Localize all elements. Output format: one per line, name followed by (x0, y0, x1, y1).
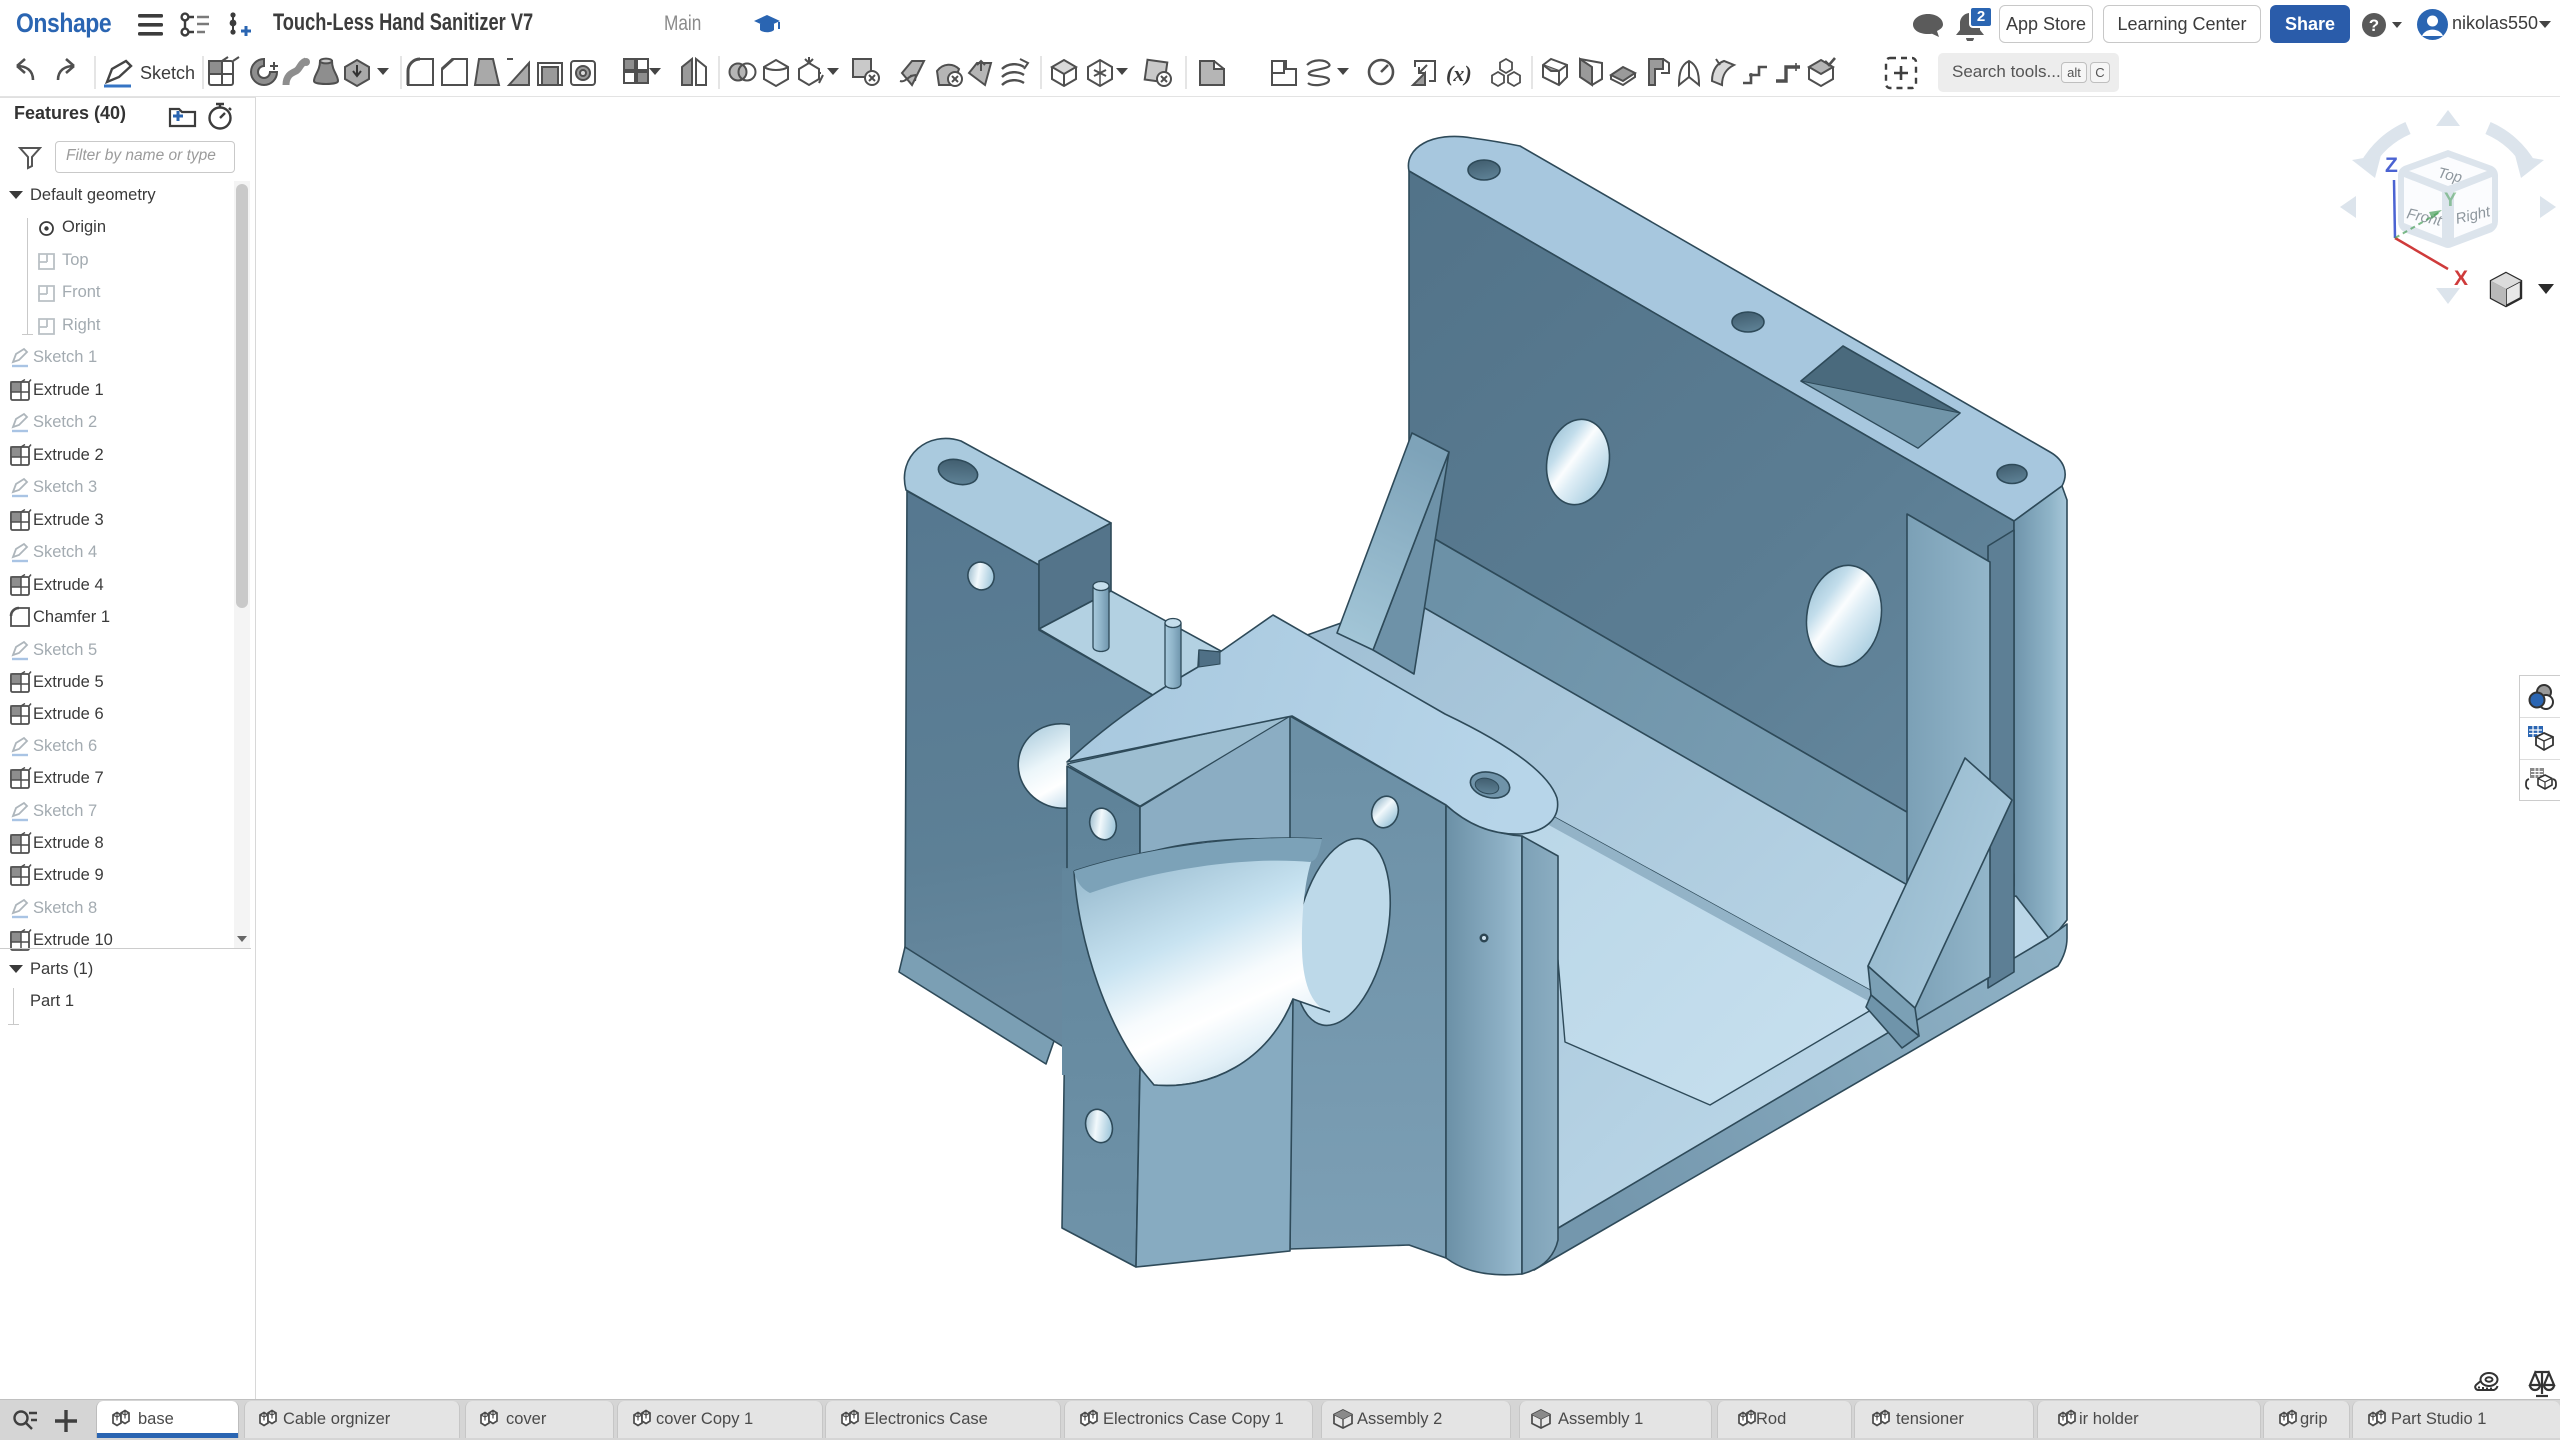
svg-text:?: ? (2369, 16, 2379, 35)
svg-text:Sketch: Sketch (140, 63, 195, 83)
svg-text:(x): (x) (1446, 61, 1472, 86)
